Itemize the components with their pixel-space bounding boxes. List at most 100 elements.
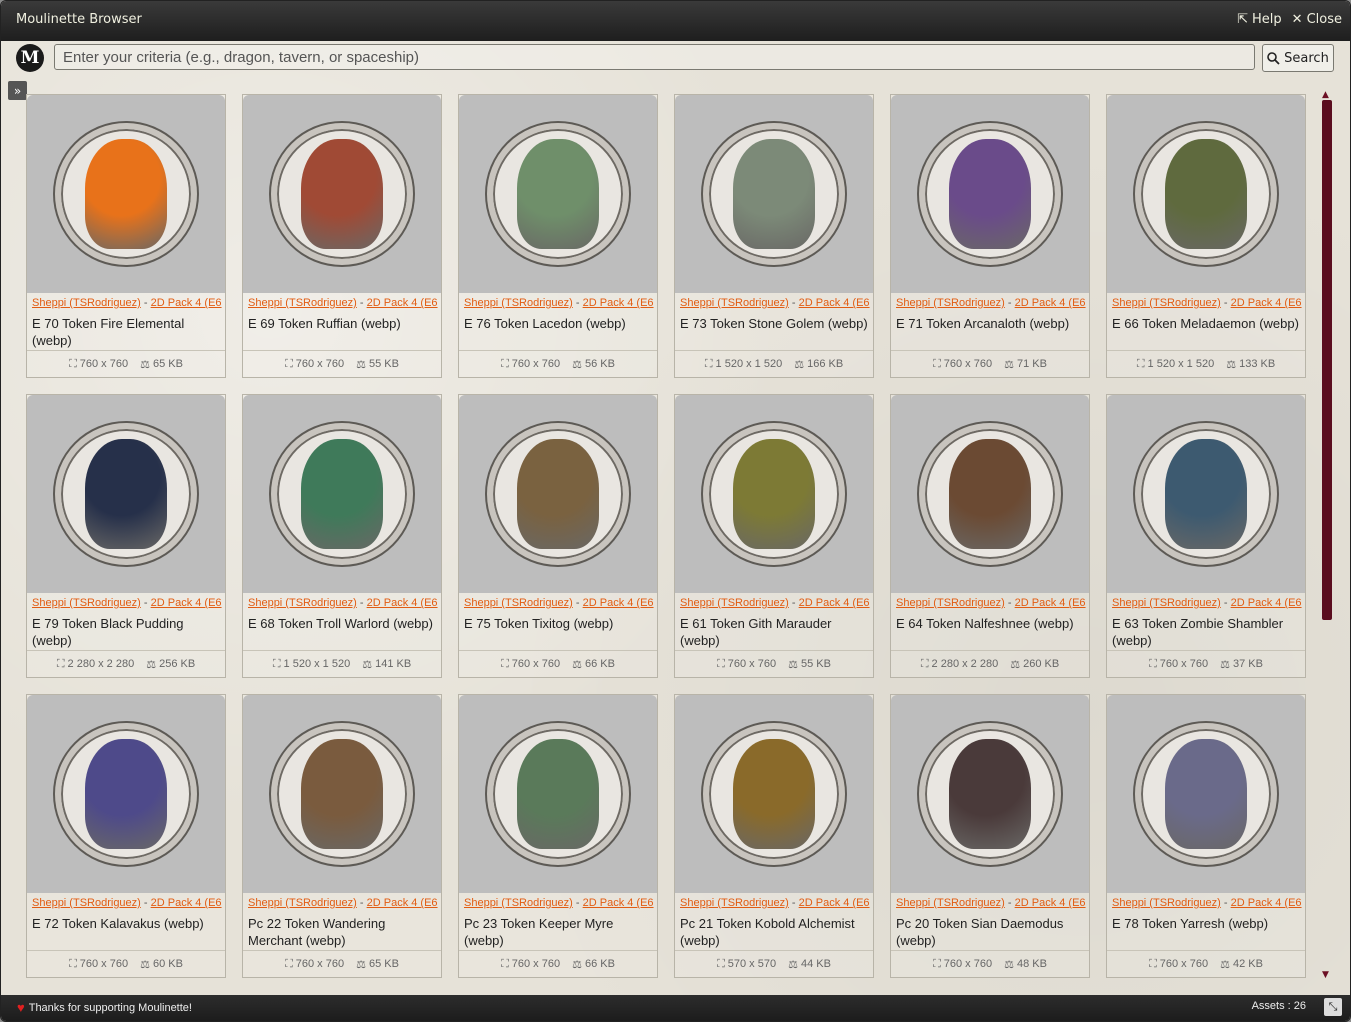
author-link[interactable]: Sheppi (TSRodriguez): [1112, 297, 1221, 309]
pack-link[interactable]: 2D Pack 4 (E6: [1231, 297, 1302, 309]
asset-thumbnail[interactable]: [243, 695, 441, 893]
search-button[interactable]: Search: [1262, 44, 1334, 72]
token-image: [271, 423, 413, 565]
asset-card[interactable]: Sheppi (TSRodriguez) - 2D Pack 4 (E6 Pc 2…: [458, 694, 658, 978]
weight-icon: ⚖: [140, 958, 150, 971]
asset-card[interactable]: Sheppi (TSRodriguez) - 2D Pack 4 (E6 E 78…: [1106, 694, 1306, 978]
asset-card[interactable]: Sheppi (TSRodriguez) - 2D Pack 4 (E6 E 70…: [26, 94, 226, 378]
asset-source: Sheppi (TSRodriguez) - 2D Pack 4 (E6: [680, 597, 870, 609]
asset-card[interactable]: Sheppi (TSRodriguez) - 2D Pack 4 (E6 E 69…: [242, 94, 442, 378]
author-link[interactable]: Sheppi (TSRodriguez): [464, 897, 573, 909]
pack-link[interactable]: 2D Pack 4 (E6: [367, 297, 438, 309]
author-link[interactable]: Sheppi (TSRodriguez): [32, 597, 141, 609]
sidebar-toggle-button[interactable]: »: [8, 81, 27, 100]
author-link[interactable]: Sheppi (TSRodriguez): [896, 897, 1005, 909]
filesize-value: 48 KB: [1016, 958, 1047, 970]
pack-link[interactable]: 2D Pack 4 (E6: [583, 897, 654, 909]
token-image: [55, 423, 197, 565]
pack-link[interactable]: 2D Pack 4 (E6: [1015, 597, 1086, 609]
asset-card[interactable]: Sheppi (TSRodriguez) - 2D Pack 4 (E6 E 66…: [1106, 94, 1306, 378]
asset-card[interactable]: Sheppi (TSRodriguez) - 2D Pack 4 (E6 E 63…: [1106, 394, 1306, 678]
asset-thumbnail[interactable]: [675, 95, 873, 293]
pack-link[interactable]: 2D Pack 4 (E6: [151, 597, 222, 609]
asset-info: ⛶ 760 x 760 ⚖ 60 KB: [27, 950, 225, 977]
author-link[interactable]: Sheppi (TSRodriguez): [248, 597, 357, 609]
author-link[interactable]: Sheppi (TSRodriguez): [896, 297, 1005, 309]
asset-thumbnail[interactable]: [459, 695, 657, 893]
asset-thumbnail[interactable]: [459, 395, 657, 593]
pack-link[interactable]: 2D Pack 4 (E6: [583, 597, 654, 609]
asset-card[interactable]: Sheppi (TSRodriguez) - 2D Pack 4 (E6 Pc 2…: [674, 694, 874, 978]
source-separator: -: [1220, 297, 1231, 309]
pack-link[interactable]: 2D Pack 4 (E6: [799, 597, 870, 609]
author-link[interactable]: Sheppi (TSRodriguez): [248, 297, 357, 309]
close-label: Close: [1306, 12, 1342, 27]
search-input[interactable]: [54, 44, 1255, 70]
author-link[interactable]: Sheppi (TSRodriguez): [32, 297, 141, 309]
pack-link[interactable]: 2D Pack 4 (E6: [1231, 897, 1302, 909]
asset-card[interactable]: Sheppi (TSRodriguez) - 2D Pack 4 (E6 Pc 2…: [242, 694, 442, 978]
author-link[interactable]: Sheppi (TSRodriguez): [32, 897, 141, 909]
author-link[interactable]: Sheppi (TSRodriguez): [464, 297, 573, 309]
pack-link[interactable]: 2D Pack 4 (E6: [799, 897, 870, 909]
pack-link[interactable]: 2D Pack 4 (E6: [583, 297, 654, 309]
asset-thumbnail[interactable]: [243, 395, 441, 593]
close-button[interactable]: ✕ Close: [1292, 12, 1342, 27]
pack-link[interactable]: 2D Pack 4 (E6: [1231, 597, 1302, 609]
scroll-down-icon[interactable]: ▼: [1322, 970, 1329, 980]
author-link[interactable]: Sheppi (TSRodriguez): [464, 597, 573, 609]
author-link[interactable]: Sheppi (TSRodriguez): [1112, 597, 1221, 609]
asset-thumbnail[interactable]: [459, 95, 657, 293]
pack-link[interactable]: 2D Pack 4 (E6: [1015, 297, 1086, 309]
author-link[interactable]: Sheppi (TSRodriguez): [896, 597, 1005, 609]
source-separator: -: [1220, 597, 1231, 609]
dimensions: ⛶ 760 x 760: [1149, 958, 1208, 971]
scrollbar-thumb[interactable]: [1322, 100, 1332, 620]
asset-card[interactable]: Sheppi (TSRodriguez) - 2D Pack 4 (E6 E 73…: [674, 94, 874, 378]
dimensions-icon: ⛶: [1149, 657, 1157, 670]
asset-thumbnail[interactable]: [243, 95, 441, 293]
asset-card[interactable]: Sheppi (TSRodriguez) - 2D Pack 4 (E6 E 61…: [674, 394, 874, 678]
asset-card[interactable]: Sheppi (TSRodriguez) - 2D Pack 4 (E6 E 71…: [890, 94, 1090, 378]
pack-link[interactable]: 2D Pack 4 (E6: [151, 297, 222, 309]
asset-card[interactable]: Sheppi (TSRodriguez) - 2D Pack 4 (E6 Pc 2…: [890, 694, 1090, 978]
source-separator: -: [1220, 897, 1231, 909]
dimensions: ⛶ 1 520 x 1 520: [273, 658, 350, 671]
asset-thumbnail[interactable]: [891, 395, 1089, 593]
author-link[interactable]: Sheppi (TSRodriguez): [680, 297, 789, 309]
asset-card[interactable]: Sheppi (TSRodriguez) - 2D Pack 4 (E6 E 76…: [458, 94, 658, 378]
dimensions-icon: ⛶: [933, 957, 941, 970]
pack-link[interactable]: 2D Pack 4 (E6: [367, 597, 438, 609]
asset-thumbnail[interactable]: [1107, 695, 1305, 893]
asset-thumbnail[interactable]: [27, 695, 225, 893]
pack-link[interactable]: 2D Pack 4 (E6: [1015, 897, 1086, 909]
scroll-up-icon[interactable]: ▲: [1322, 90, 1329, 100]
help-button[interactable]: ⇱ Help: [1237, 12, 1282, 27]
asset-card[interactable]: Sheppi (TSRodriguez) - 2D Pack 4 (E6 E 75…: [458, 394, 658, 678]
asset-thumbnail[interactable]: [1107, 395, 1305, 593]
author-link[interactable]: Sheppi (TSRodriguez): [680, 597, 789, 609]
asset-source: Sheppi (TSRodriguez) - 2D Pack 4 (E6: [248, 597, 438, 609]
resize-icon[interactable]: ⤡: [1324, 998, 1342, 1016]
scrollbar[interactable]: ▲ ▼: [1322, 90, 1332, 985]
pack-link[interactable]: 2D Pack 4 (E6: [799, 297, 870, 309]
asset-card[interactable]: Sheppi (TSRodriguez) - 2D Pack 4 (E6 E 64…: [890, 394, 1090, 678]
author-link[interactable]: Sheppi (TSRodriguez): [1112, 897, 1221, 909]
asset-thumbnail[interactable]: [675, 695, 873, 893]
asset-thumbnail[interactable]: [27, 395, 225, 593]
asset-card[interactable]: Sheppi (TSRodriguez) - 2D Pack 4 (E6 E 72…: [26, 694, 226, 978]
asset-thumbnail[interactable]: [891, 95, 1089, 293]
asset-thumbnail[interactable]: [27, 95, 225, 293]
pack-link[interactable]: 2D Pack 4 (E6: [151, 897, 222, 909]
asset-card[interactable]: Sheppi (TSRodriguez) - 2D Pack 4 (E6 E 79…: [26, 394, 226, 678]
asset-thumbnail[interactable]: [891, 695, 1089, 893]
asset-card[interactable]: Sheppi (TSRodriguez) - 2D Pack 4 (E6 E 68…: [242, 394, 442, 678]
asset-thumbnail[interactable]: [675, 395, 873, 593]
token-image: [487, 423, 629, 565]
author-link[interactable]: Sheppi (TSRodriguez): [680, 897, 789, 909]
author-link[interactable]: Sheppi (TSRodriguez): [248, 897, 357, 909]
filesize-value: 60 KB: [152, 958, 183, 970]
dimensions-value: 760 x 760: [79, 358, 129, 370]
pack-link[interactable]: 2D Pack 4 (E6: [367, 897, 438, 909]
asset-thumbnail[interactable]: [1107, 95, 1305, 293]
